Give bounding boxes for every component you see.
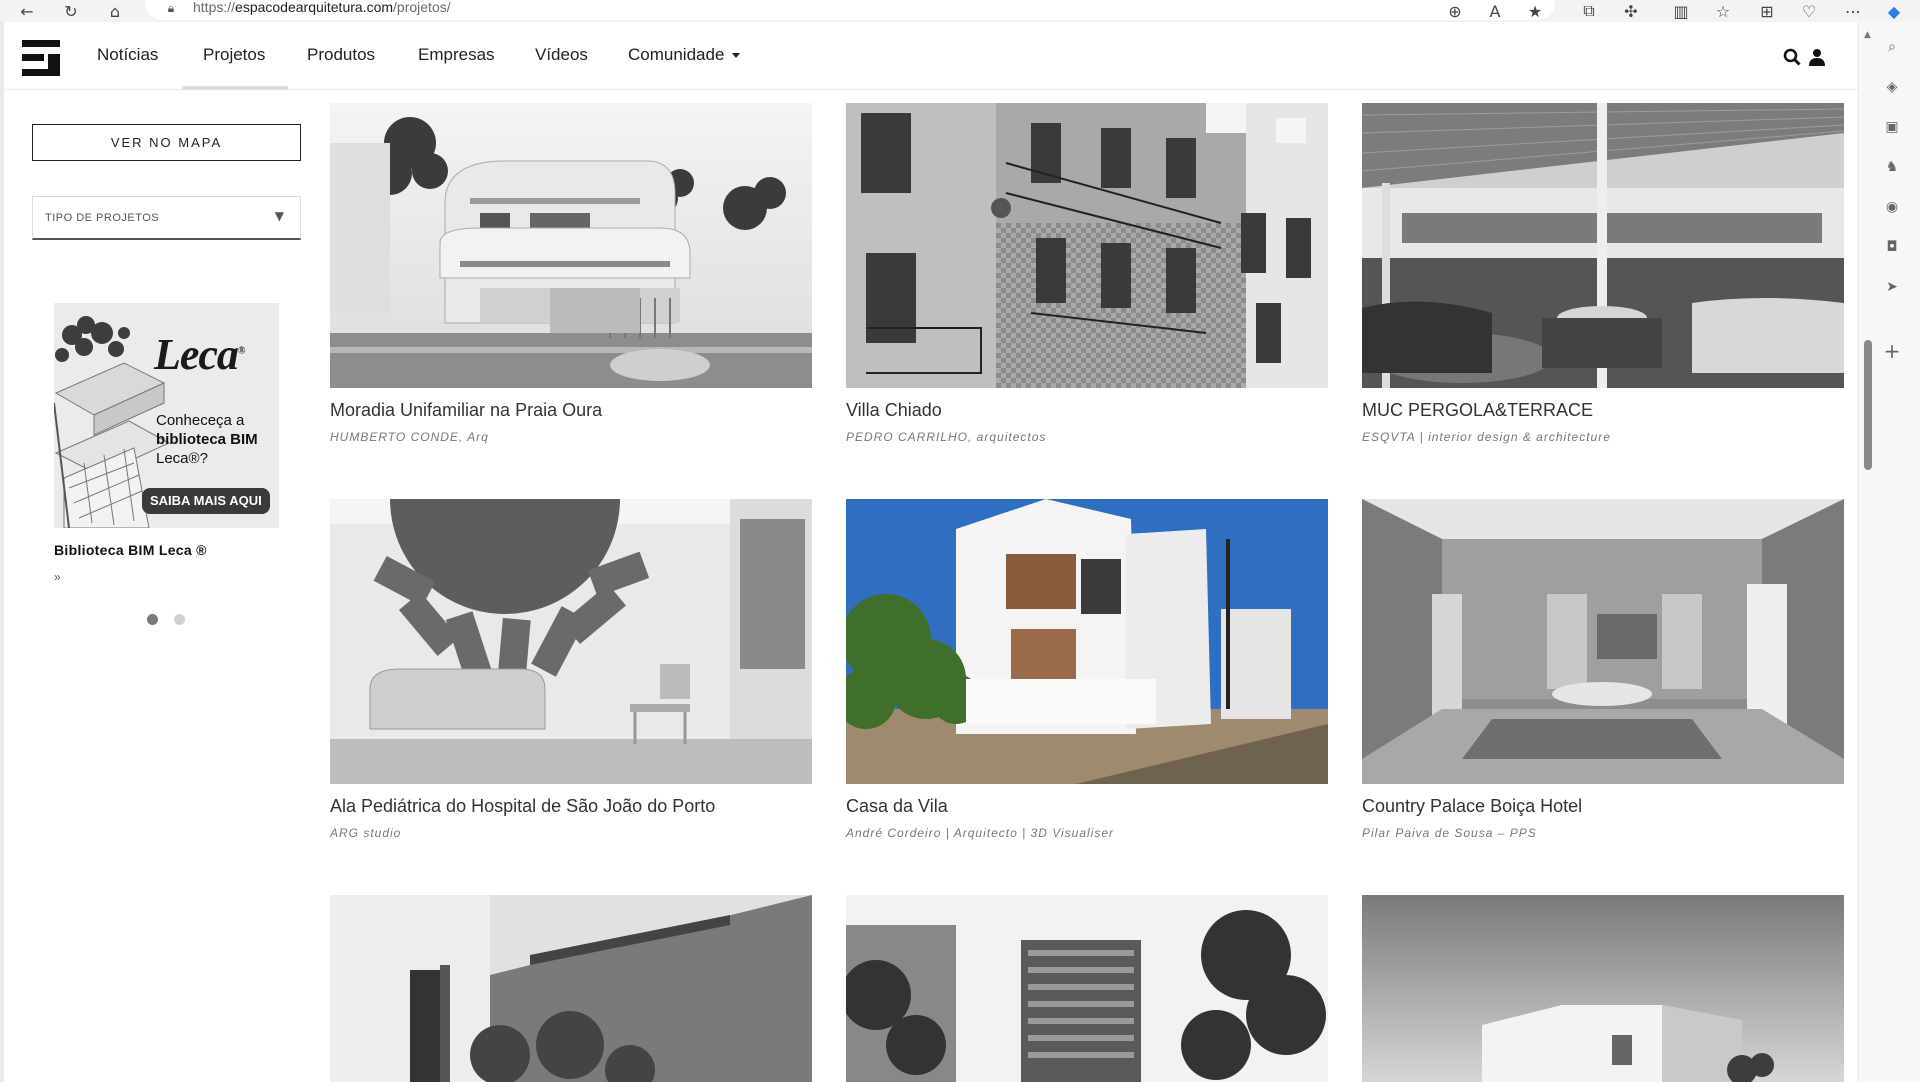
games-icon[interactable]: ♞ <box>1881 156 1903 178</box>
nav-comunidade[interactable]: Comunidade <box>628 44 741 66</box>
split-screen-icon[interactable]: ▥ <box>1668 0 1694 22</box>
ad-text-line-1: Conheceça a <box>156 412 245 429</box>
chevron-down-icon <box>732 53 741 59</box>
dropdown-arrow-icon: ▼ <box>274 209 284 223</box>
project-image[interactable] <box>1362 895 1844 1082</box>
carousel-dot-2[interactable] <box>174 614 185 625</box>
ad-tagline: Conheceça a biblioteca BIM Leca®? <box>156 411 274 468</box>
project-image[interactable] <box>846 499 1328 784</box>
collections-icon[interactable]: ⊞ <box>1754 0 1780 22</box>
browser-essentials-icon[interactable]: ♡ <box>1796 0 1822 22</box>
project-title[interactable]: Villa Chiado <box>846 400 942 421</box>
project-title[interactable]: Country Palace Boiça Hotel <box>1362 796 1582 817</box>
send-icon[interactable]: ➤ <box>1881 276 1903 298</box>
briefcase-icon[interactable]: ▣ <box>1881 116 1903 138</box>
tipo-projetos-label: TIPO DE PROJETOS <box>45 212 160 224</box>
zoom-icon[interactable]: ⊕ <box>1442 0 1468 22</box>
home-icon[interactable]: ⌂ <box>102 0 128 22</box>
tag-icon[interactable]: ◈ <box>1881 76 1903 98</box>
project-image[interactable] <box>846 895 1328 1082</box>
ad-title-link[interactable]: Biblioteca BIM Leca ® <box>54 542 207 558</box>
search-icon[interactable] <box>1781 46 1803 68</box>
nav-noticias[interactable]: Notícias <box>97 44 158 66</box>
project-image[interactable] <box>1362 499 1844 784</box>
leca-ad-banner[interactable]: Leca® Conheceça a biblioteca BIM Leca®? … <box>54 303 279 528</box>
extensions-icon[interactable]: ✣ <box>1618 0 1644 22</box>
project-image[interactable] <box>846 103 1328 388</box>
page-scrollbar[interactable] <box>1862 28 1874 1082</box>
project-author[interactable]: ESQVTA | interior design & architecture <box>1362 430 1611 444</box>
project-title[interactable]: MUC PERGOLA&TERRACE <box>1362 400 1593 421</box>
read-aloud-icon[interactable]: A <box>1482 0 1508 22</box>
leca-logo-mark: ® <box>237 345 246 357</box>
site-header <box>4 22 1858 90</box>
nav-empresas[interactable]: Empresas <box>418 44 495 66</box>
nav-comunidade-label: Comunidade <box>628 45 725 64</box>
more-icon[interactable]: ⋯ <box>1840 0 1866 22</box>
project-title[interactable]: Moradia Unifamiliar na Praia Oura <box>330 400 602 421</box>
add-icon[interactable]: + <box>1881 339 1903 363</box>
ad-more-link[interactable]: » <box>54 570 61 584</box>
office-icon[interactable]: ◉ <box>1881 196 1903 218</box>
project-author[interactable]: ARG studio <box>330 826 401 840</box>
project-image[interactable] <box>330 103 812 388</box>
site-logo[interactable] <box>22 40 60 76</box>
project-author[interactable]: Pilar Paiva de Sousa – PPS <box>1362 826 1537 840</box>
favorite-icon[interactable]: ★ <box>1522 0 1548 22</box>
ver-no-mapa-button[interactable]: VER NO MAPA <box>32 124 301 161</box>
leca-logo-text: Leca <box>154 330 239 379</box>
nav-projetos[interactable]: Projetos <box>203 44 265 66</box>
project-author[interactable]: PEDRO CARRILHO, arquitectos <box>846 430 1046 444</box>
reload-icon[interactable]: ↻ <box>58 0 84 22</box>
nav-active-indicator <box>182 86 288 90</box>
leca-logo: Leca® <box>154 329 246 380</box>
saiba-mais-button[interactable]: SAIBA MAIS AQUI <box>142 488 270 514</box>
project-image[interactable] <box>330 499 812 784</box>
project-author[interactable]: André Cordeiro | Arquitecto | 3D Visuali… <box>846 826 1114 840</box>
ad-text-line-3: Leca®? <box>156 450 208 467</box>
translate-icon[interactable]: ⧉ <box>1576 0 1602 22</box>
project-title[interactable]: Casa da Vila <box>846 796 948 817</box>
tipo-projetos-select[interactable]: TIPO DE PROJETOS ▼ <box>32 196 301 240</box>
user-icon[interactable] <box>1806 46 1828 68</box>
back-icon[interactable]: ← <box>14 0 40 22</box>
project-title[interactable]: Ala Pediátrica do Hospital de São João d… <box>330 796 715 817</box>
nav-produtos[interactable]: Produtos <box>307 44 375 66</box>
outlook-icon[interactable]: ◘ <box>1881 236 1903 258</box>
carousel-dot-1[interactable] <box>147 614 158 625</box>
favorites-list-icon[interactable]: ☆ <box>1710 0 1736 22</box>
scrollbar-thumb[interactable] <box>1864 340 1872 470</box>
search-icon[interactable]: ⌕ <box>1881 36 1903 58</box>
ad-text-line-2: biblioteca BIM <box>156 431 258 448</box>
nav-videos[interactable]: Vídeos <box>535 44 588 66</box>
copilot-icon[interactable]: ◆ <box>1881 0 1907 22</box>
page-edge <box>0 22 4 1082</box>
project-image[interactable] <box>330 895 812 1082</box>
scroll-up-icon[interactable]: ▲ <box>1864 30 1871 40</box>
lock-icon[interactable]: 🔒︎ <box>160 0 182 16</box>
address-url[interactable]: https://espacodearquitetura.com/projetos… <box>193 0 451 15</box>
project-image[interactable] <box>1362 103 1844 388</box>
project-author[interactable]: HUMBERTO CONDE, Arq <box>330 430 489 444</box>
